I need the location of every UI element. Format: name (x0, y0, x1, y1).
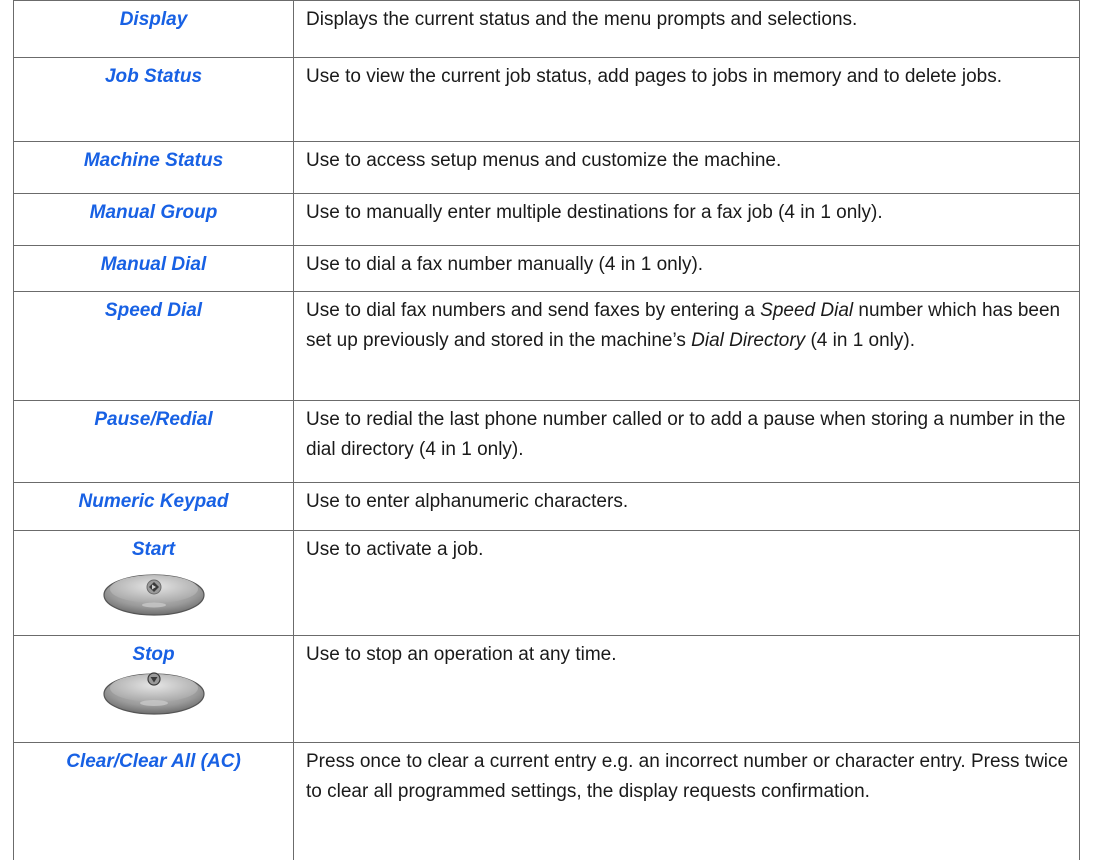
description-cell: Press once to clear a current entry e.g.… (293, 742, 1080, 860)
description-manual-group: Use to manually enter multiple destinati… (306, 202, 883, 223)
table-row: Pause/Redial Use to redial the last phon… (13, 400, 1080, 483)
description-cell: Use to stop an operation at any time. (293, 635, 1080, 743)
description-cell: Use to enter alphanumeric characters. (293, 482, 1080, 531)
key-name-cell: Clear/Clear All (AC) (13, 742, 294, 860)
key-name-manual-dial: Manual Dial (100, 254, 207, 275)
key-name-cell: Job Status (13, 57, 294, 142)
key-name-cell: Display (13, 0, 294, 58)
description-cell: Use to redial the last phone number call… (293, 400, 1080, 483)
table-row: Numeric Keypad Use to enter alphanumeric… (13, 482, 1080, 531)
key-name-start: Start (131, 539, 176, 560)
key-name-cell: Stop (13, 635, 294, 743)
description-job-status: Use to view the current job status, add … (306, 66, 1002, 87)
key-name-job-status: Job Status (104, 66, 203, 87)
table-row: Display Displays the current status and … (13, 0, 1080, 58)
key-name-stop: Stop (132, 644, 175, 665)
description-start: Use to activate a job. (306, 539, 484, 560)
key-name-cell: Manual Group (13, 193, 294, 246)
description-text: Use to dial fax numbers and send faxes b… (306, 300, 761, 321)
description-display: Displays the current status and the menu… (306, 9, 858, 30)
description-machine-status: Use to access setup menus and customize … (306, 150, 782, 171)
table-row: Job Status Use to view the current job s… (13, 57, 1080, 142)
key-name-numeric-keypad: Numeric Keypad (78, 491, 229, 512)
table-row: Start Use to activate a job. (13, 530, 1080, 636)
description-clear-all: Press once to clear a current entry e.g.… (306, 751, 1069, 802)
key-name-pause-redial: Pause/Redial (94, 409, 213, 430)
description-emphasis: Speed Dial (760, 300, 854, 321)
description-cell: Use to activate a job. (293, 530, 1080, 636)
key-name-cell: Start (13, 530, 294, 636)
description-cell: Use to view the current job status, add … (293, 57, 1080, 142)
key-name-manual-group: Manual Group (89, 202, 218, 223)
key-name-cell: Numeric Keypad (13, 482, 294, 531)
key-name-cell: Speed Dial (13, 291, 294, 401)
key-name-cell: Manual Dial (13, 245, 294, 292)
description-pause-redial: Use to redial the last phone number call… (306, 409, 1066, 460)
table-row: Speed Dial Use to dial fax numbers and s… (13, 291, 1080, 401)
description-emphasis: Dial Directory (691, 330, 806, 351)
key-name-speed-dial: Speed Dial (104, 300, 203, 321)
description-cell: Use to manually enter multiple destinati… (293, 193, 1080, 246)
table-row: Stop Use to stop an operation at any tim… (13, 635, 1080, 743)
stop-button-icon (102, 672, 205, 715)
description-text: (4 in 1 only). (805, 330, 916, 351)
description-cell: Use to dial a fax number manually (4 in … (293, 245, 1080, 292)
key-name-cell: Machine Status (13, 141, 294, 194)
key-name-cell: Pause/Redial (13, 400, 294, 483)
key-name-display: Display (119, 9, 188, 30)
description-stop: Use to stop an operation at any time. (306, 644, 617, 665)
table-row: Machine Status Use to access setup menus… (13, 141, 1080, 194)
key-name-clear-all: Clear/Clear All (AC) (66, 751, 241, 772)
table-row: Manual Group Use to manually enter multi… (13, 193, 1080, 246)
table-row: Manual Dial Use to dial a fax number man… (13, 245, 1080, 292)
control-panel-table: Display Displays the current status and … (13, 0, 1080, 860)
description-cell: Use to access setup menus and customize … (293, 141, 1080, 194)
description-cell: Use to dial fax numbers and send faxes b… (293, 291, 1080, 401)
description-cell: Displays the current status and the menu… (293, 0, 1080, 58)
description-numeric-keypad: Use to enter alphanumeric characters. (306, 491, 629, 512)
key-name-machine-status: Machine Status (83, 150, 224, 171)
start-button-icon (102, 574, 205, 616)
table-row: Clear/Clear All (AC) Press once to clear… (13, 742, 1080, 860)
description-speed-dial: Use to dial fax numbers and send faxes b… (294, 292, 1079, 356)
description-manual-dial: Use to dial a fax number manually (4 in … (306, 254, 704, 275)
